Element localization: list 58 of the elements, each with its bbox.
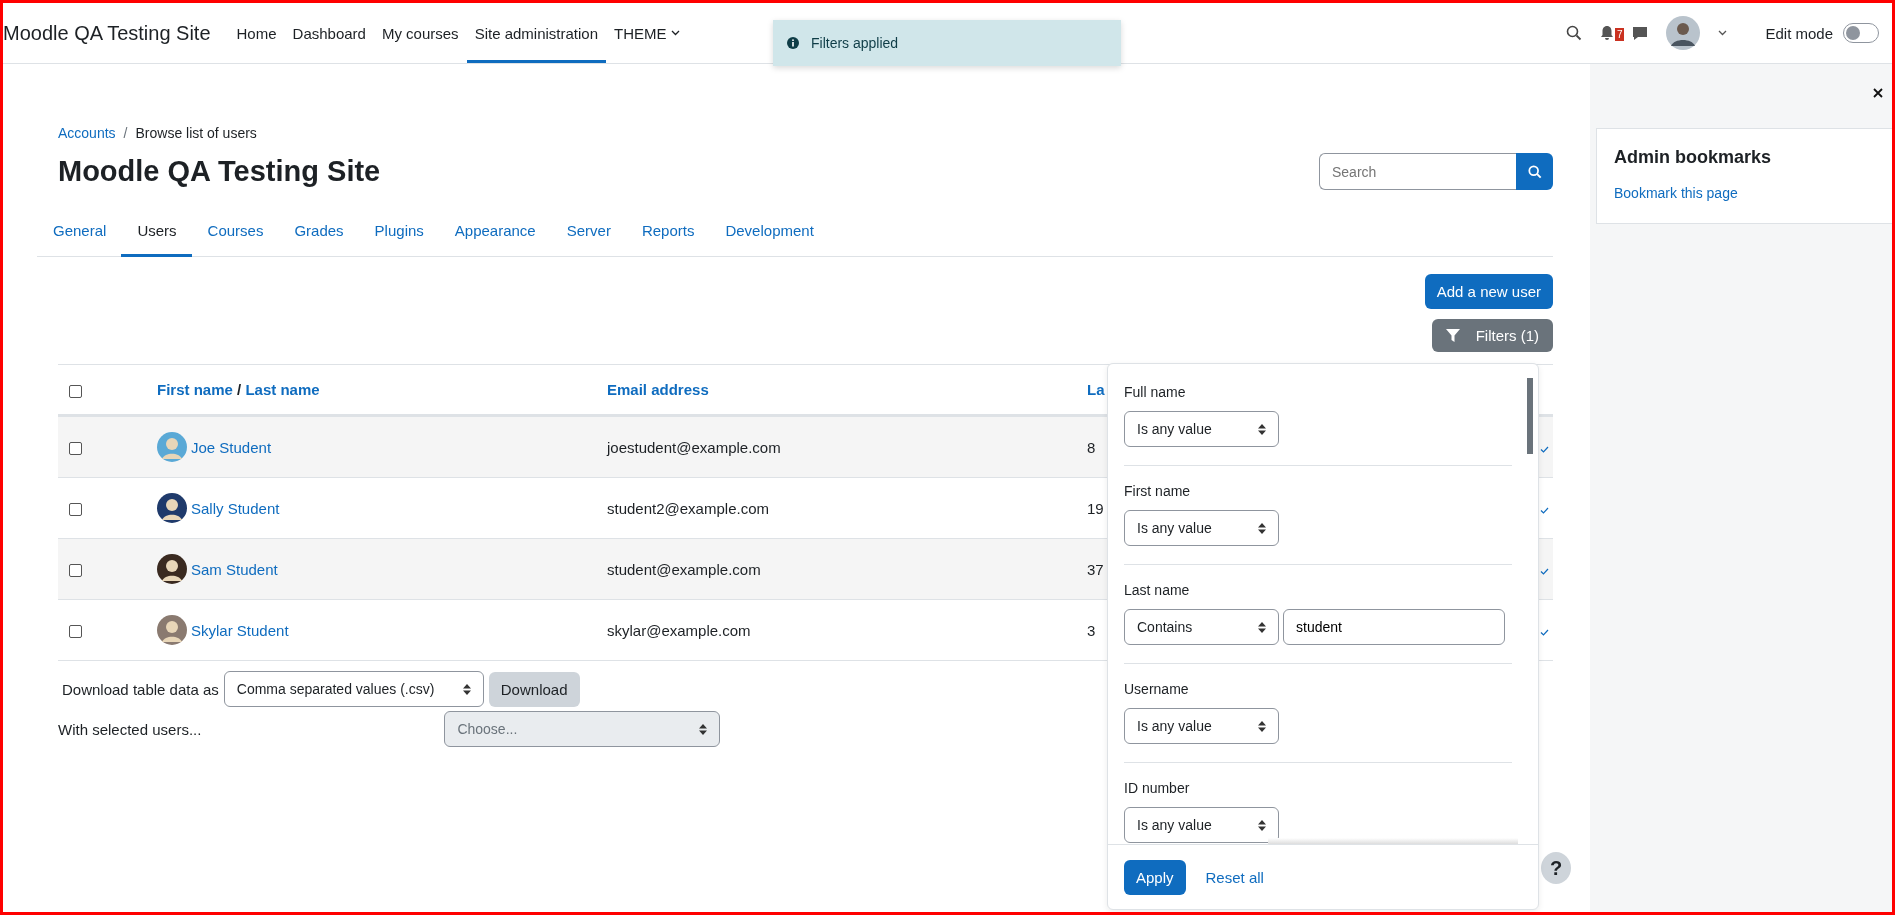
toast-message: Filters applied: [811, 35, 899, 51]
breadcrumb-separator: /: [123, 125, 128, 141]
name-separator: /: [237, 381, 242, 398]
tab[interactable]: Courses: [191, 207, 279, 257]
help-button[interactable]: ?: [1541, 852, 1571, 884]
tab[interactable]: Appearance: [438, 207, 551, 257]
operator-select[interactable]: Is any value: [1124, 708, 1279, 744]
operator-select[interactable]: Is any value: [1124, 411, 1279, 447]
table-cell: student2@example.com: [607, 477, 1087, 539]
card-title: Admin bookmarks: [1614, 147, 1773, 168]
table-cell: student@example.com: [607, 538, 1087, 600]
nav-link[interactable]: Home: [228, 3, 285, 63]
filter-label: Username: [1124, 681, 1190, 697]
column-header[interactable]: La: [1087, 381, 1105, 398]
download-label: Download table data as: [62, 680, 219, 698]
search-field[interactable]: Search: [1319, 153, 1516, 190]
tab[interactable]: Server: [550, 207, 626, 257]
nav-link[interactable]: Site administration: [466, 3, 607, 63]
notification-count: 7: [1614, 28, 1625, 41]
tab[interactable]: Development: [709, 207, 829, 257]
filter-label: First name: [1124, 483, 1192, 499]
tab[interactable]: Reports: [625, 207, 710, 257]
user-name-link[interactable]: Skylar Student: [191, 621, 289, 639]
operator-select[interactable]: Contains: [1124, 609, 1279, 645]
site-name[interactable]: Moodle QA Testing Site: [3, 3, 211, 63]
theme-menu[interactable]: THEME: [606, 3, 688, 63]
operator-select[interactable]: Is any value: [1124, 510, 1279, 546]
table-cell: skylar@example.com: [607, 599, 1087, 661]
filter-label: Last name: [1124, 582, 1191, 598]
column-header[interactable]: Email address: [607, 381, 709, 398]
user-name-link[interactable]: Sally Student: [191, 499, 280, 517]
add-user-button[interactable]: Add a new user: [1424, 274, 1553, 309]
page-heading: Moodle QA Testing Site: [58, 155, 381, 188]
operator-select[interactable]: Is any value: [1124, 807, 1279, 843]
filters-button[interactable]: Filters (1): [1431, 319, 1553, 352]
nav-link[interactable]: Dashboard: [284, 3, 374, 63]
filter-label: ID number: [1124, 780, 1191, 796]
tab[interactable]: Plugins: [358, 207, 439, 257]
user-name-link[interactable]: Sam Student: [191, 560, 278, 578]
bulk-action-label: With selected users...: [58, 720, 202, 738]
current-page-label: Browse list of users: [135, 125, 257, 141]
tab[interactable]: Grades: [278, 207, 359, 257]
filter-label: Full name: [1124, 384, 1187, 400]
reset-all-link[interactable]: Reset all: [1205, 868, 1264, 886]
tab[interactable]: Users: [121, 207, 192, 257]
nav-link[interactable]: My courses: [373, 3, 467, 63]
bookmark-link[interactable]: Bookmark this page: [1614, 185, 1738, 201]
apply-button[interactable]: Apply: [1124, 859, 1186, 895]
tab[interactable]: General: [37, 207, 122, 257]
edit-mode-label: Edit mode: [1765, 24, 1833, 42]
user-name-link[interactable]: Joe Student: [191, 438, 272, 456]
column-header[interactable]: First name: [157, 381, 233, 398]
filter-value-field[interactable]: student: [1283, 609, 1505, 645]
table-cell: joestudent@example.com: [607, 415, 1087, 478]
format-select[interactable]: Comma separated values (.csv): [223, 671, 484, 707]
breadcrumb-link[interactable]: Accounts: [58, 125, 116, 141]
column-header[interactable]: Last name: [245, 381, 320, 398]
download-button[interactable]: Download: [488, 671, 580, 707]
